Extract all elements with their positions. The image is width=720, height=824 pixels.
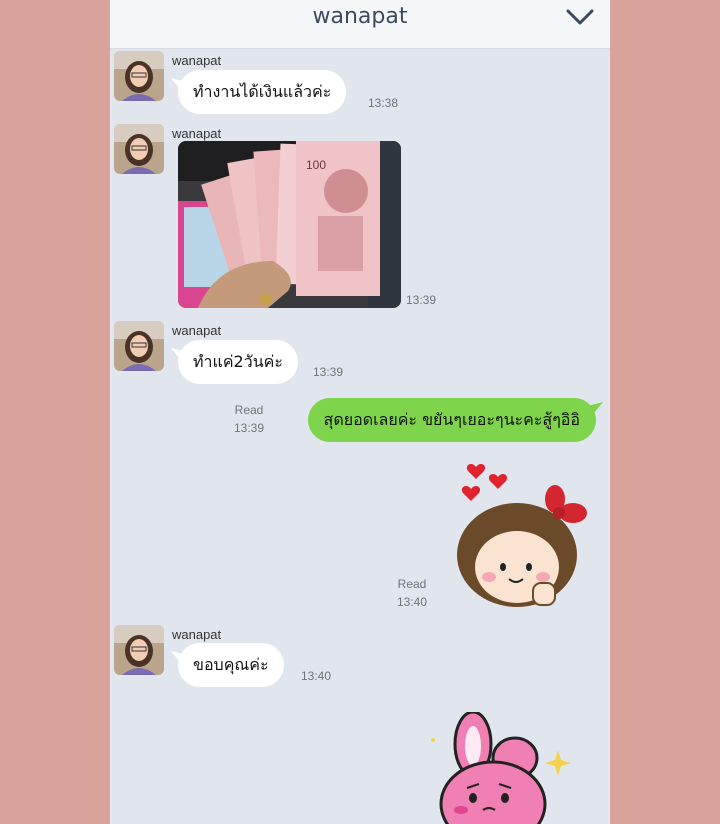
chat-title: wanapat xyxy=(312,4,408,29)
message-bubble[interactable]: ขอบคุณค่ะ xyxy=(178,643,284,687)
sender-name: wanapat xyxy=(172,323,222,338)
message-time: 13:40 xyxy=(301,669,332,683)
chevron-down-icon[interactable] xyxy=(566,8,594,26)
avatar[interactable] xyxy=(114,51,164,101)
bunny-sticker[interactable] xyxy=(425,712,585,824)
chat-header: wanapat xyxy=(110,0,610,49)
message-photo[interactable]: 100 xyxy=(178,141,401,308)
sender-name: wanapat xyxy=(172,53,222,68)
message-time: 13:39 xyxy=(406,293,437,307)
sender-name: wanapat xyxy=(172,627,222,642)
read-status: Read 13:39 xyxy=(234,403,265,435)
avatar[interactable] xyxy=(114,625,164,675)
avatar[interactable] xyxy=(114,124,164,174)
banknote-label: 100 xyxy=(306,158,326,172)
avatar[interactable] xyxy=(114,321,164,371)
message-time: 13:38 xyxy=(368,96,399,110)
message-time: 13:39 xyxy=(313,365,344,379)
message-bubble-outgoing[interactable]: สุดยอดเลยค่ะ ขยันๆเยอะๆนะคะสู้ๆอิอิ xyxy=(307,398,596,442)
girl-sticker[interactable] xyxy=(445,455,595,615)
message-bubble[interactable]: ทำงานได้เงินแล้วค่ะ xyxy=(178,70,347,114)
message-bubble[interactable]: ทำแค่2วันค่ะ xyxy=(178,340,298,384)
read-status: Read 13:40 xyxy=(397,577,428,609)
chat-window: wanapat wanapat ทำงานได้เงินแล้วค่ะ 13:3… xyxy=(110,0,610,824)
sender-name: wanapat xyxy=(172,126,222,141)
